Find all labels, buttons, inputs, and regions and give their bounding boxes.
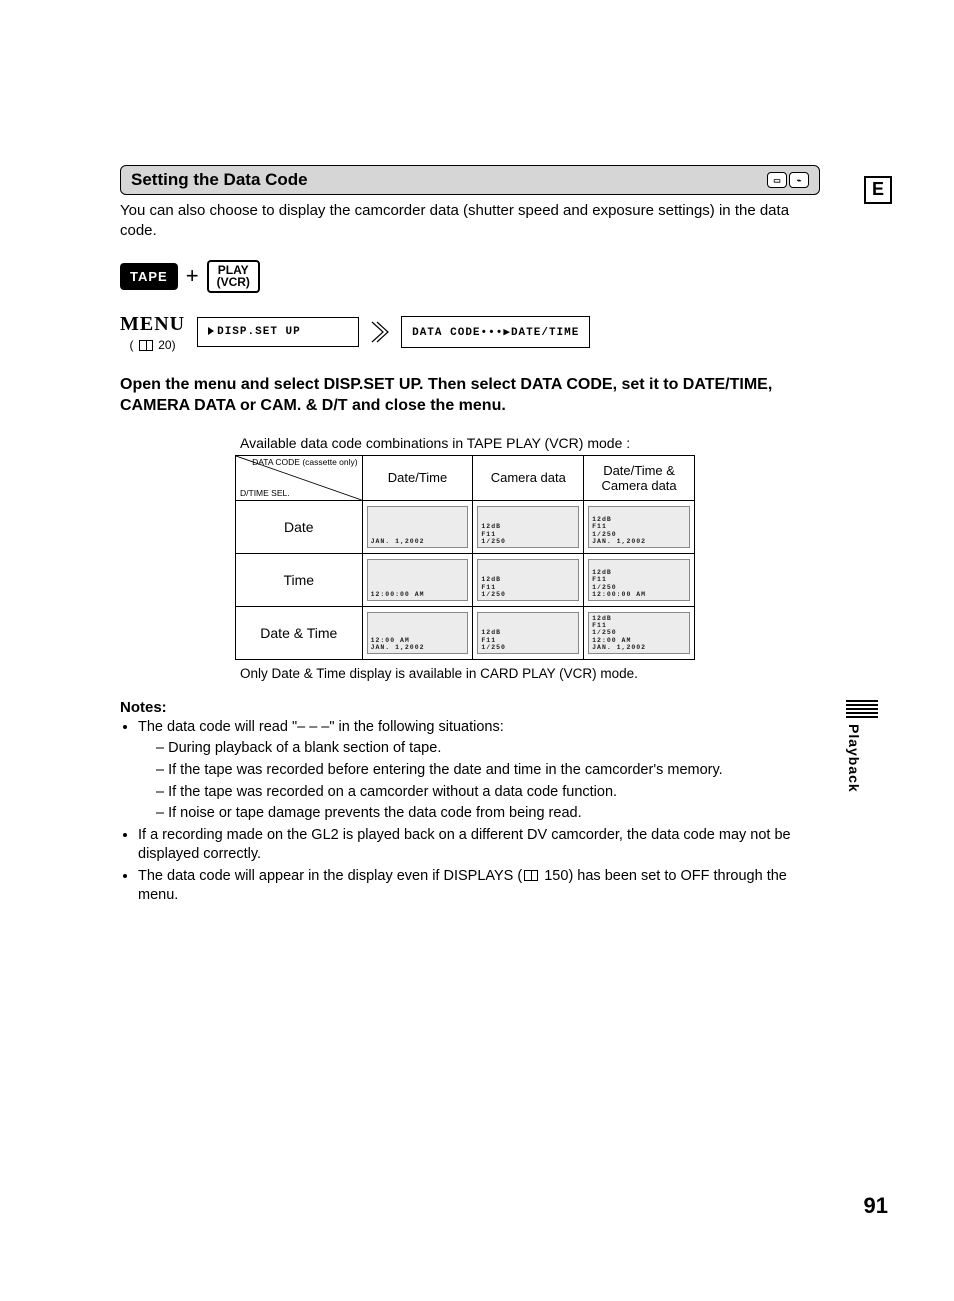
page-number: 91 [864,1193,888,1219]
row-header-2: Date & Time [236,606,363,659]
screen-cell: 12dB F11 1/250 [477,612,579,654]
corner-top-label: DATA CODE (cassette only) [252,458,358,467]
play-bottom: (VCR) [217,276,250,289]
screen-cell: 12:00:00 AM [367,559,469,601]
screen-cell: 12dB F11 1/250 JAN. 1,2002 [588,506,690,548]
book-icon [139,340,153,351]
row-header-1: Time [236,553,363,606]
note-item: The data code will read "– – –" in the f… [138,718,820,824]
screen-cell: 12dB F11 1/250 [477,506,579,548]
note-subitem: If the tape was recorded on a camcorder … [156,783,820,803]
plus-icon: + [186,263,199,289]
card-icon: ⌁ [789,172,809,188]
section-tab-label: Playback [846,724,862,793]
screen-cell: JAN. 1,2002 [367,506,469,548]
mode-row: TAPE + PLAY (VCR) [120,260,820,293]
menu-word: MENU [120,313,185,336]
data-code-table: DATA CODE (cassette only) D/TIME SEL. Da… [235,455,695,660]
note-subitem: If the tape was recorded before entering… [156,761,820,781]
book-icon [524,870,538,881]
tape-icon: ▭ [767,172,787,188]
section-tab: Playback [846,700,878,793]
table-corner: DATA CODE (cassette only) D/TIME SEL. [236,455,363,500]
media-icons: ▭ ⌁ [767,172,809,188]
menu-ref: ( 20) [120,338,185,352]
notes-heading: Notes: [120,699,820,716]
tab-bars-icon [846,700,878,718]
intro-text: You can also choose to display the camco… [120,201,820,242]
table-row: Time 12:00:00 AM 12dB F11 1/250 12dB F11… [236,553,695,606]
language-badge: E [864,176,892,204]
play-vcr-chip: PLAY (VCR) [207,260,260,293]
section-title: Setting the Data Code [131,170,308,190]
menu-box-2: DATA CODE•••▶DATE/TIME [401,316,590,348]
menu-box-1: DISP.SET UP [197,317,359,347]
menu-row: MENU ( 20) DISP.SET UP DATA CODE•••▶DATE… [120,313,820,352]
note-item: If a recording made on the GL2 is played… [138,826,820,865]
screen-cell: 12:00 AM JAN. 1,2002 [367,612,469,654]
tape-chip: TAPE [120,263,178,290]
note-subitem: During playback of a blank section of ta… [156,739,820,759]
menu-label-col: MENU ( 20) [120,313,185,352]
table-footnote: Only Date & Time display is available in… [240,666,820,681]
table-row: Date & Time 12:00 AM JAN. 1,2002 12dB F1… [236,606,695,659]
screen-cell: 12dB F11 1/250 12:00 AM JAN. 1,2002 [588,612,690,654]
big-arrow-icon [371,321,389,343]
row-header-0: Date [236,500,363,553]
section-header: Setting the Data Code ▭ ⌁ [120,165,820,195]
notes-section: Notes: The data code will read "– – –" i… [120,699,820,906]
note-item: The data code will appear in the display… [138,867,820,906]
col-header-0: Date/Time [362,455,473,500]
corner-bottom-label: D/TIME SEL. [240,488,290,498]
table-row: Date JAN. 1,2002 12dB F11 1/250 12dB F11… [236,500,695,553]
triangle-right-icon [208,327,214,335]
screen-cell: 12dB F11 1/250 [477,559,579,601]
col-header-2: Date/Time & Camera data [584,455,695,500]
note-subitem: If noise or tape damage prevents the dat… [156,804,820,824]
col-header-1: Camera data [473,455,584,500]
instruction: Open the menu and select DISP.SET UP. Th… [120,374,820,417]
table-caption: Available data code combinations in TAPE… [240,435,820,451]
screen-cell: 12dB F11 1/250 12:00:00 AM [588,559,690,601]
